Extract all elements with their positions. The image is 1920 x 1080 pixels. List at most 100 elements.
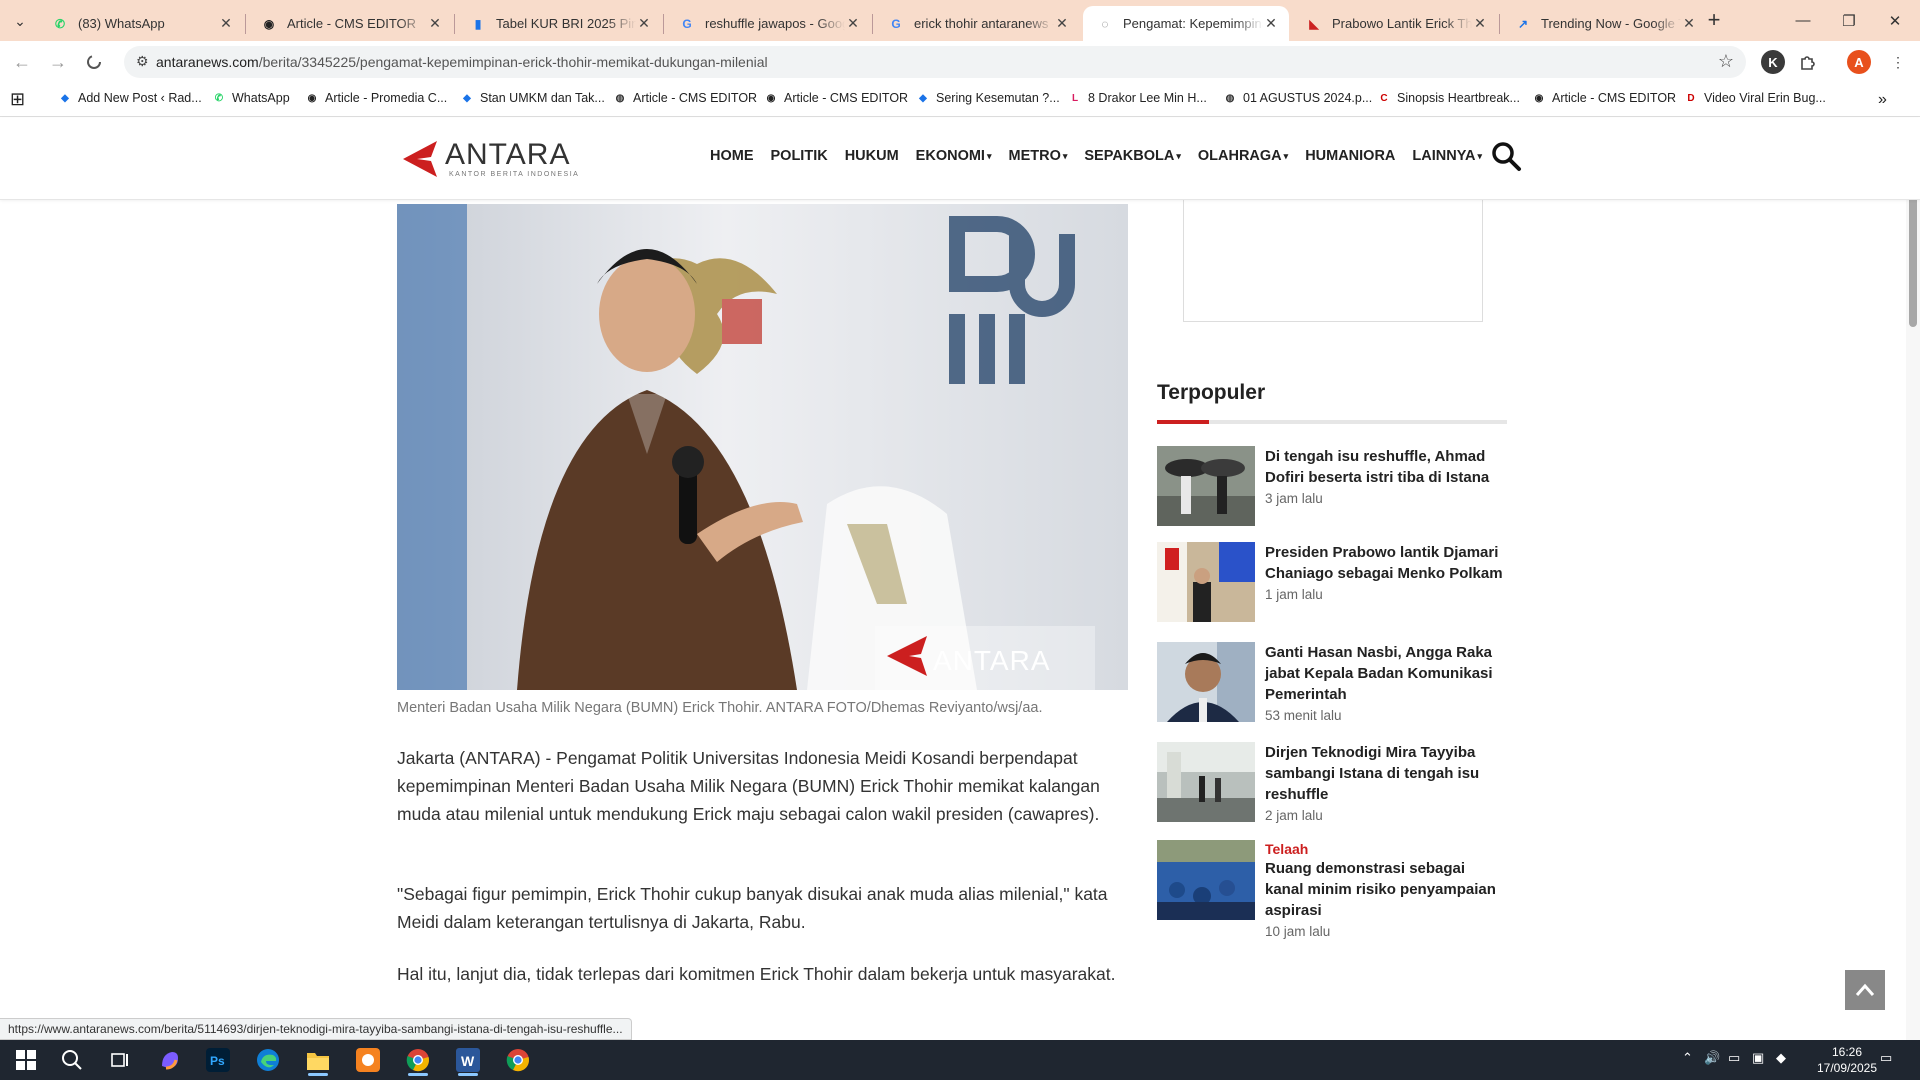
popular-item-thumbnail[interactable] [1157,542,1255,622]
taskbar-clock[interactable]: 16:26 17/09/2025 [1812,1044,1882,1076]
app-orange-icon[interactable] [348,1044,388,1076]
tab-separator [872,14,873,34]
apps-grid-icon[interactable]: ⊞ [10,89,25,110]
browser-tab[interactable]: ✆ (83) WhatsApp ✕ [38,6,244,41]
url-path: /berita/3345225/pengamat-kepemimpinan-er… [258,54,768,70]
browser-tab[interactable]: ◉ Article - CMS EDITOR ✕ [247,6,453,41]
bookmark-label: Add New Post ‹ Rad... [78,91,202,105]
article-paragraph-3: Hal itu, lanjut dia, tidak terlepas dari… [397,964,1116,984]
browser-tab[interactable]: ▮ Tabel KUR BRI 2025 Pinjaman✕ [456,6,662,41]
bookmark-item[interactable]: ◆ Stan UMKM dan Tak... [460,91,605,105]
popular-item-thumbnail[interactable] [1157,742,1255,822]
nav-item-lainnya[interactable]: LAINNYA ▾ [1412,148,1482,164]
popular-item-thumbnail[interactable] [1157,840,1255,920]
browser-tab[interactable]: Greshuffle jawapos - Google ✕ [665,6,871,41]
page-scrollbar[interactable] [1906,118,1920,1040]
volume-icon[interactable]: 🔊 [1704,1050,1720,1066]
browser-tab[interactable]: Gerick thohir antaranews - G✕ [874,6,1080,41]
copilot-icon[interactable] [150,1044,190,1076]
popular-item-headline[interactable]: Di tengah isu reshuffle, Ahmad Dofiri be… [1265,446,1507,488]
bookmark-item[interactable]: ✆ WhatsApp [212,91,290,105]
site-search-icon[interactable] [1490,140,1522,172]
popular-item-kicker[interactable]: Telaah [1265,840,1507,858]
site-info-icon[interactable]: ⚙ [136,53,149,70]
tab-search-chevron-icon[interactable]: ⌄ [8,9,32,33]
bookmark-star-icon[interactable]: ☆ [1718,51,1734,72]
forward-arrow-icon[interactable]: → [44,48,72,76]
nav-item-humaniora[interactable]: HUMANIORA [1305,148,1395,164]
nav-item-olahraga[interactable]: OLAHRAGA ▾ [1198,148,1288,164]
word-icon[interactable]: W [448,1044,488,1076]
security-shield-icon[interactable]: ◆ [1776,1050,1786,1066]
back-arrow-icon[interactable]: ← [8,48,36,76]
tray-chevron-up-icon[interactable]: ⌃ [1682,1050,1693,1066]
file-explorer-icon[interactable] [298,1044,338,1076]
bookmark-item[interactable]: ◍ Article - CMS EDITOR [613,91,757,105]
bookmark-label: Article - CMS EDITOR [784,91,909,105]
close-window-icon[interactable]: ✕ [1872,0,1918,41]
chrome-secondary-icon[interactable] [498,1044,538,1076]
popular-item-headline[interactable]: Dirjen Teknodigi Mira Tayyiba sambangi I… [1265,742,1507,805]
edge-browser-icon[interactable] [248,1044,288,1076]
tab-close-icon[interactable]: ✕ [1681,15,1697,32]
popular-item-headline[interactable]: Ruang demonstrasi sebagai kanal minim ri… [1265,858,1507,921]
tab-close-icon[interactable]: ✕ [427,15,443,32]
photoshop-icon[interactable]: Ps [198,1044,238,1076]
minimize-icon[interactable]: — [1780,0,1826,41]
tab-close-icon[interactable]: ✕ [218,15,234,32]
bookmark-item[interactable]: C Sinopsis Heartbreak... [1377,91,1520,105]
nav-item-metro[interactable]: METRO ▾ [1008,148,1067,164]
chrome-icon[interactable] [398,1044,438,1076]
windows-start-icon[interactable] [6,1044,46,1076]
browser-tab[interactable]: ◣ Prabowo Lantik Erick Thohir✕ [1292,6,1498,41]
nav-item-home[interactable]: HOME [710,148,754,164]
nav-item-ekonomi[interactable]: EKONOMI ▾ [916,148,992,164]
bookmark-label: Sering Kesemutan ?... [936,91,1060,105]
back-to-top-button[interactable] [1845,970,1885,1010]
bookmark-item[interactable]: ◆ Sering Kesemutan ?... [916,91,1060,105]
network-icon[interactable]: ▭ [1728,1050,1740,1066]
bookmark-label: Article - Promedia C... [325,91,448,105]
display-icon[interactable]: ▣ [1752,1050,1764,1066]
new-tab-button[interactable]: + [1702,9,1726,33]
address-bar[interactable]: ⚙ antaranews.com/berita/3345225/pengamat… [124,46,1746,78]
browser-tab[interactable]: ↗ Trending Now - Google Trends✕ [1501,6,1707,41]
bookmark-item[interactable]: ◉ Article - CMS EDITOR [1532,91,1676,105]
nav-item-sepakbola[interactable]: SEPAKBOLA ▾ [1084,148,1181,164]
main-navigation: HOME POLITIK HUKUM EKONOMI ▾ METRO ▾ SEPAKBOLA ▾… [710,148,1499,164]
d-icon: D [1687,92,1695,104]
bookmark-item[interactable]: ◍ 01 AGUSTUS 2024.p... [1223,91,1373,105]
bookmark-item[interactable]: ◉ Article - CMS EDITOR [764,91,908,105]
antara-logo[interactable]: ANTARA KANTOR BERITA INDONESIA [397,136,579,182]
extension-avatar[interactable]: K [1761,50,1785,74]
taskbar-search-icon[interactable] [52,1044,92,1076]
tab-close-icon[interactable]: ✕ [636,15,652,32]
stop-loading-icon[interactable] [80,48,108,76]
task-view-icon[interactable] [100,1044,140,1076]
profile-avatar[interactable]: A [1847,50,1871,74]
bookmark-item[interactable]: ◉ Article - Promedia C... [305,91,448,105]
popular-item-thumbnail[interactable] [1157,446,1255,526]
popular-item-time: 53 menit lalu [1265,708,1342,723]
extensions-puzzle-icon[interactable] [1796,50,1820,74]
bookmark-item[interactable]: L 8 Drakor Lee Min H... [1068,91,1207,105]
popular-item-headline[interactable]: Ganti Hasan Nasbi, Angga Raka jabat Kepa… [1265,642,1507,705]
tab-close-icon[interactable]: ✕ [1472,15,1488,32]
bookmark-item[interactable]: D Video Viral Erin Bug... [1684,91,1825,105]
bookmark-item[interactable]: ◆ Add New Post ‹ Rad... [58,91,202,105]
more-bookmarks-chevron-icon[interactable]: » [1878,91,1887,109]
restore-icon[interactable]: ❐ [1826,0,1872,41]
tab-close-icon[interactable]: ✕ [845,15,861,32]
nav-item-politik[interactable]: POLITIK [771,148,828,164]
nav-item-hukum[interactable]: HUKUM [845,148,899,164]
browser-tab[interactable]: ◌ Pengamat: Kepemimpinan ✕ [1083,6,1289,41]
bookmark-label: Sinopsis Heartbreak... [1397,91,1520,105]
tab-close-icon[interactable]: ✕ [1054,15,1070,32]
scrollbar-thumb[interactable] [1909,193,1917,327]
popular-item-headline[interactable]: Presiden Prabowo lantik Djamari Chaniago… [1265,542,1507,584]
popular-item-thumbnail[interactable] [1157,642,1255,722]
browser-menu-icon[interactable]: ⋮ [1886,50,1910,74]
cms-icon: ◉ [1534,92,1544,104]
notifications-icon[interactable]: ▭ [1880,1050,1892,1066]
tab-close-icon[interactable]: ✕ [1263,15,1279,32]
